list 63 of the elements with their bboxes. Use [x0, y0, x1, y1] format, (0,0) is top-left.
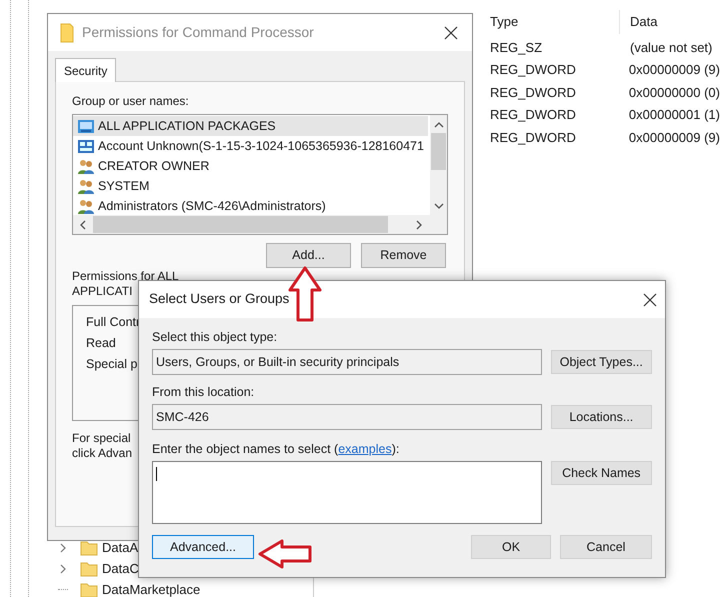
people-icon — [77, 158, 95, 174]
button[interactable]: Advanced... — [152, 535, 254, 559]
table-cell-text: REG_DWORD — [489, 128, 577, 147]
list-item[interactable]: Account Unknown(S-1-15-3-1024-1065365936-128160471 — [73, 136, 428, 156]
table-cell-text: REG_DWORD — [489, 61, 577, 79]
link[interactable]: examples — [338, 442, 392, 456]
list-item[interactable]: ALL APPLICATION PACKAGES — [73, 116, 428, 136]
section-label: Permissions for ALL — [72, 269, 179, 284]
list-item: Special p — [86, 356, 138, 373]
input-field[interactable]: Users, Groups, or Built-in security principals — [152, 349, 542, 375]
field-label: Select this object type: — [152, 330, 278, 345]
field-label: Enter the object names to select (examples): — [152, 442, 400, 457]
table-cell-text: 0x00000009 (9) — [628, 61, 720, 79]
monitor-icon — [77, 118, 95, 134]
button[interactable]: Check Names — [550, 461, 652, 485]
chevron-up-icon — [434, 121, 444, 129]
table-cell-text: (value not set) — [629, 38, 712, 57]
tree-item[interactable]: DataC — [102, 558, 139, 578]
people-icon — [77, 198, 95, 214]
input-field[interactable] — [152, 461, 542, 524]
people-icon — [77, 178, 95, 194]
list-item[interactable]: Administrators (SMC-426\Administrators) — [73, 196, 428, 215]
grid-icon — [77, 138, 95, 154]
close-icon[interactable] — [643, 292, 657, 306]
column-header[interactable]: Type — [480, 10, 620, 34]
button[interactable]: Remove — [361, 243, 446, 268]
note-text: For special — [72, 431, 131, 446]
table-cell-text: 0x00000000 (0) — [628, 84, 720, 102]
arrow-left-icon — [258, 539, 312, 569]
chevron-right-icon — [415, 220, 423, 230]
button[interactable]: Object Types... — [550, 350, 652, 374]
list-item[interactable]: CREATOR OWNER — [73, 156, 428, 176]
note-text: click Advan — [72, 446, 132, 461]
chevron-left-icon — [79, 220, 87, 230]
window-title: Permissions for Command Processor — [82, 23, 314, 42]
column-header[interactable]: Data — [620, 12, 658, 32]
folder-icon — [60, 22, 74, 42]
tree-item[interactable]: DataA — [102, 538, 138, 558]
table-cell-text: REG_SZ — [489, 38, 544, 57]
field-label: From this location: — [152, 385, 256, 400]
scrollbar[interactable] — [430, 115, 447, 215]
list-item[interactable]: SYSTEM — [73, 176, 428, 196]
tab[interactable]: Security — [55, 58, 116, 82]
button[interactable]: OK — [471, 535, 551, 559]
table-cell-text: REG_DWORD — [489, 106, 577, 124]
button[interactable]: Add... — [266, 243, 351, 268]
close-icon[interactable] — [444, 26, 458, 40]
button[interactable]: Cancel — [560, 535, 652, 559]
list-item: Read — [86, 335, 116, 352]
table-cell-text: REG_DWORD — [489, 84, 577, 102]
folder-icon — [80, 582, 98, 597]
table-cell-text: 0x00000001 (1) — [628, 106, 720, 124]
list-item: Full Contr — [86, 314, 140, 331]
scrollbar[interactable] — [73, 215, 447, 234]
dialog-title: Select Users or Groups — [149, 290, 290, 308]
tree-item[interactable]: DataMarketplace — [102, 580, 200, 597]
button[interactable]: Locations... — [550, 405, 652, 429]
section-label: APPLICATI — [72, 284, 132, 299]
input-field[interactable]: SMC-426 — [152, 404, 542, 430]
folder-icon — [80, 560, 98, 576]
chevron-down-icon — [434, 202, 444, 210]
table-cell-text: 0x00000009 (9) — [628, 128, 720, 147]
field-label: Group or user names: — [72, 93, 190, 110]
